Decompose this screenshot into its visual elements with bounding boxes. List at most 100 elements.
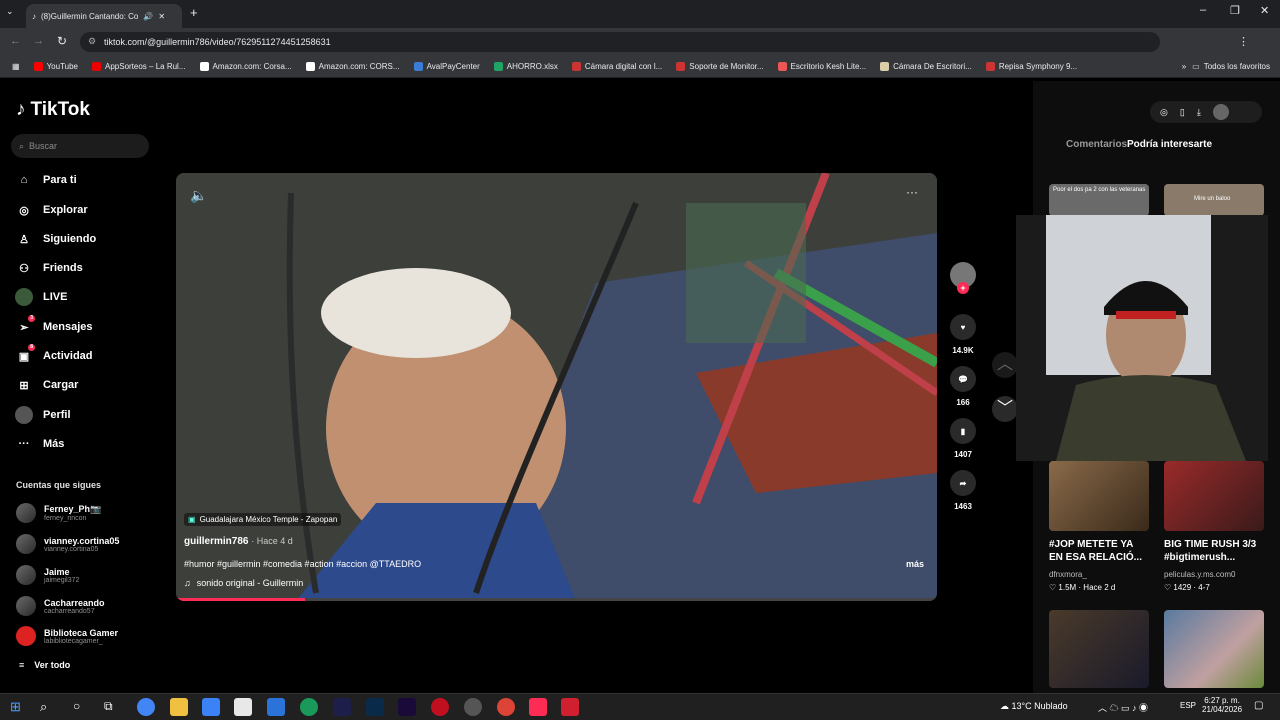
- notification-icon[interactable]: ▢: [1254, 700, 1263, 711]
- scroll-up-button[interactable]: ︿: [992, 352, 1018, 378]
- video-progress-bar[interactable]: [176, 598, 937, 601]
- download-icon[interactable]: ⤓: [1197, 107, 1201, 118]
- reload-icon[interactable]: ↻: [57, 34, 67, 48]
- tab-comments[interactable]: Comentarios: [1066, 139, 1127, 150]
- restore-button[interactable]: ❐: [1230, 4, 1240, 17]
- avatar[interactable]: [1212, 104, 1229, 120]
- nav-para-ti[interactable]: ⌂ Para ti: [15, 171, 77, 189]
- menu-icon[interactable]: ⋮: [1238, 35, 1249, 48]
- bookmark-appsorteos[interactable]: AppSorteos – La Rul...: [92, 62, 186, 71]
- nav-friends[interactable]: ⚇ Friends: [15, 259, 83, 277]
- card-title[interactable]: BIG TIME RUSH 3/3 #bigtimerush...: [1164, 538, 1260, 564]
- file-explorer-icon[interactable]: [170, 698, 188, 716]
- tiktok-app-icon[interactable]: [529, 698, 547, 716]
- nav-actividad[interactable]: ▣ 8 Actividad: [15, 344, 93, 365]
- video-thumbnail[interactable]: [1164, 461, 1264, 531]
- video-player[interactable]: 🔈 ··· ▣ Guadalajara México Temple - Zapop…: [176, 173, 937, 601]
- photoshop-icon[interactable]: [366, 698, 384, 716]
- creator-avatar[interactable]: +: [948, 262, 978, 294]
- scroll-down-button[interactable]: ﹀: [992, 396, 1018, 422]
- video-thumbnail[interactable]: Poor el dos pa 2 con las veteranas: [1049, 184, 1149, 216]
- bookmark-ahorro[interactable]: AHORRO.xlsx: [493, 62, 558, 71]
- apps-icon[interactable]: ▦: [12, 62, 20, 71]
- weather-widget[interactable]: ☁ 13°C Nublado: [1000, 701, 1068, 712]
- app-icon[interactable]: [431, 698, 449, 716]
- bookmark-youtube[interactable]: YouTube: [33, 62, 78, 71]
- obs-icon[interactable]: [464, 698, 482, 716]
- chevron-right-icon[interactable]: »: [1182, 62, 1186, 71]
- see-all-link[interactable]: ≡ Ver todo: [19, 660, 70, 670]
- phone-icon[interactable]: ▯: [1180, 107, 1185, 118]
- clock[interactable]: 6:27 p. m. 21/04/2026: [1202, 696, 1242, 714]
- site-info-icon[interactable]: ⚙: [88, 36, 96, 47]
- nav-cargar[interactable]: ⊞ Cargar: [15, 376, 78, 394]
- chrome-active-icon[interactable]: [497, 698, 515, 716]
- nav-explorar[interactable]: ◎ Explorar: [15, 201, 87, 219]
- video-thumbnail[interactable]: [1164, 610, 1264, 688]
- nav-perfil[interactable]: Perfil: [15, 406, 71, 424]
- bookmark-escritorio[interactable]: Escritorio Kesh Lite...: [777, 62, 866, 71]
- forward-icon[interactable]: →: [33, 35, 44, 47]
- save-button[interactable]: ▮ 1407: [948, 418, 978, 459]
- bookmark-amazon-2[interactable]: Amazon.com: CORS...: [305, 62, 400, 71]
- close-window-button[interactable]: ✕: [1260, 4, 1269, 17]
- bookmark-soporte[interactable]: Soporte de Monitor...: [676, 62, 764, 71]
- mail-icon[interactable]: [267, 698, 285, 716]
- upwork-icon[interactable]: [300, 698, 318, 716]
- card-author[interactable]: peliculas.y.ms.com0: [1164, 570, 1235, 579]
- like-button[interactable]: ♥ 14.9K: [948, 314, 978, 355]
- nav-mensajes[interactable]: ➢ 3 Mensajes: [15, 315, 93, 336]
- account-item[interactable]: Ferney_Ph📷 ferney_rincon: [16, 503, 101, 523]
- volume-icon[interactable]: 🔈: [190, 187, 207, 204]
- share-button[interactable]: ➦ 1463: [948, 470, 978, 511]
- account-item[interactable]: Jaime jaimegil372: [16, 565, 79, 585]
- bookmark-camara[interactable]: Cámara digital con l...: [571, 62, 662, 71]
- back-icon[interactable]: ←: [10, 35, 21, 47]
- copilot-icon[interactable]: [202, 698, 220, 716]
- app-tf-icon[interactable]: [561, 698, 579, 716]
- account-item[interactable]: Biblioteca Gamer labibliotecagamer_: [16, 626, 118, 646]
- bookmark-repisa[interactable]: Repisa Symphony 9...: [985, 62, 1077, 71]
- bookmark-camara-escritorio[interactable]: Cámara De Escritori...: [880, 62, 972, 71]
- card-author[interactable]: dfnxmora_: [1049, 570, 1087, 579]
- all-favorites[interactable]: ▭ Todos los favoritos: [1192, 62, 1270, 71]
- tray-icons[interactable]: ︿ ☁ ▭ ♪ ◉: [1098, 701, 1148, 714]
- store-icon[interactable]: [234, 698, 252, 716]
- premiere-icon[interactable]: [333, 698, 351, 716]
- address-input[interactable]: ⚙ tiktok.com/@guillermin786/video/762951…: [80, 32, 1160, 52]
- after-effects-icon[interactable]: [398, 698, 416, 716]
- video-thumbnail[interactable]: [1049, 610, 1149, 688]
- audio-icon[interactable]: 🔊: [143, 12, 153, 21]
- search-input[interactable]: ⌕ Buscar: [11, 134, 149, 158]
- windows-start-icon[interactable]: ⊞: [10, 699, 21, 715]
- more-caption-button[interactable]: más: [906, 559, 924, 569]
- location-tag[interactable]: ▣ Guadalajara México Temple - Zapopan: [184, 513, 342, 526]
- bookmark-amazon-1[interactable]: Amazon.com: Corsa...: [199, 62, 292, 71]
- video-thumbnail[interactable]: [1049, 461, 1149, 531]
- tab-list-icon[interactable]: ⌄: [6, 6, 14, 17]
- language-indicator[interactable]: ESP: [1180, 701, 1196, 710]
- follow-plus-icon[interactable]: +: [957, 282, 969, 294]
- close-tab-icon[interactable]: ✕: [158, 12, 165, 21]
- chrome-icon[interactable]: [137, 698, 155, 716]
- tab-interest[interactable]: Podría interesarte: [1127, 139, 1212, 150]
- sound-link[interactable]: ♫ sonido original - Guillermin: [184, 578, 303, 588]
- compass-icon[interactable]: ◎: [1160, 107, 1168, 118]
- nav-live[interactable]: LIVE: [15, 288, 67, 306]
- minimize-button[interactable]: –: [1200, 4, 1206, 16]
- browser-tab[interactable]: ♪ (8)Guillermin Cantando: Co 🔊 ✕: [26, 4, 182, 28]
- account-item[interactable]: Cacharreando cacharreando57: [16, 596, 105, 616]
- nav-siguiendo[interactable]: ♙ Siguiendo: [15, 230, 96, 248]
- card-title[interactable]: #JOP METETE YA EN ESA RELACIÓ...: [1049, 538, 1145, 564]
- task-view-icon[interactable]: ⧉: [104, 699, 113, 714]
- tiktok-logo[interactable]: ♪ TikTok: [16, 99, 90, 121]
- nav-mas[interactable]: ··· Más: [15, 435, 65, 453]
- cortana-icon[interactable]: ○: [73, 699, 80, 713]
- new-tab-button[interactable]: +: [190, 5, 198, 20]
- bookmark-avalpaycenter[interactable]: AvalPayCenter: [413, 62, 480, 71]
- comment-button[interactable]: 💬 166: [948, 366, 978, 407]
- search-icon[interactable]: ⌕: [40, 699, 47, 715]
- video-author[interactable]: guillermin786 · Hace 4 d: [184, 536, 293, 547]
- more-options-icon[interactable]: ···: [906, 185, 918, 199]
- video-caption[interactable]: #humor #guillermin #comedia #action #acc…: [184, 559, 421, 569]
